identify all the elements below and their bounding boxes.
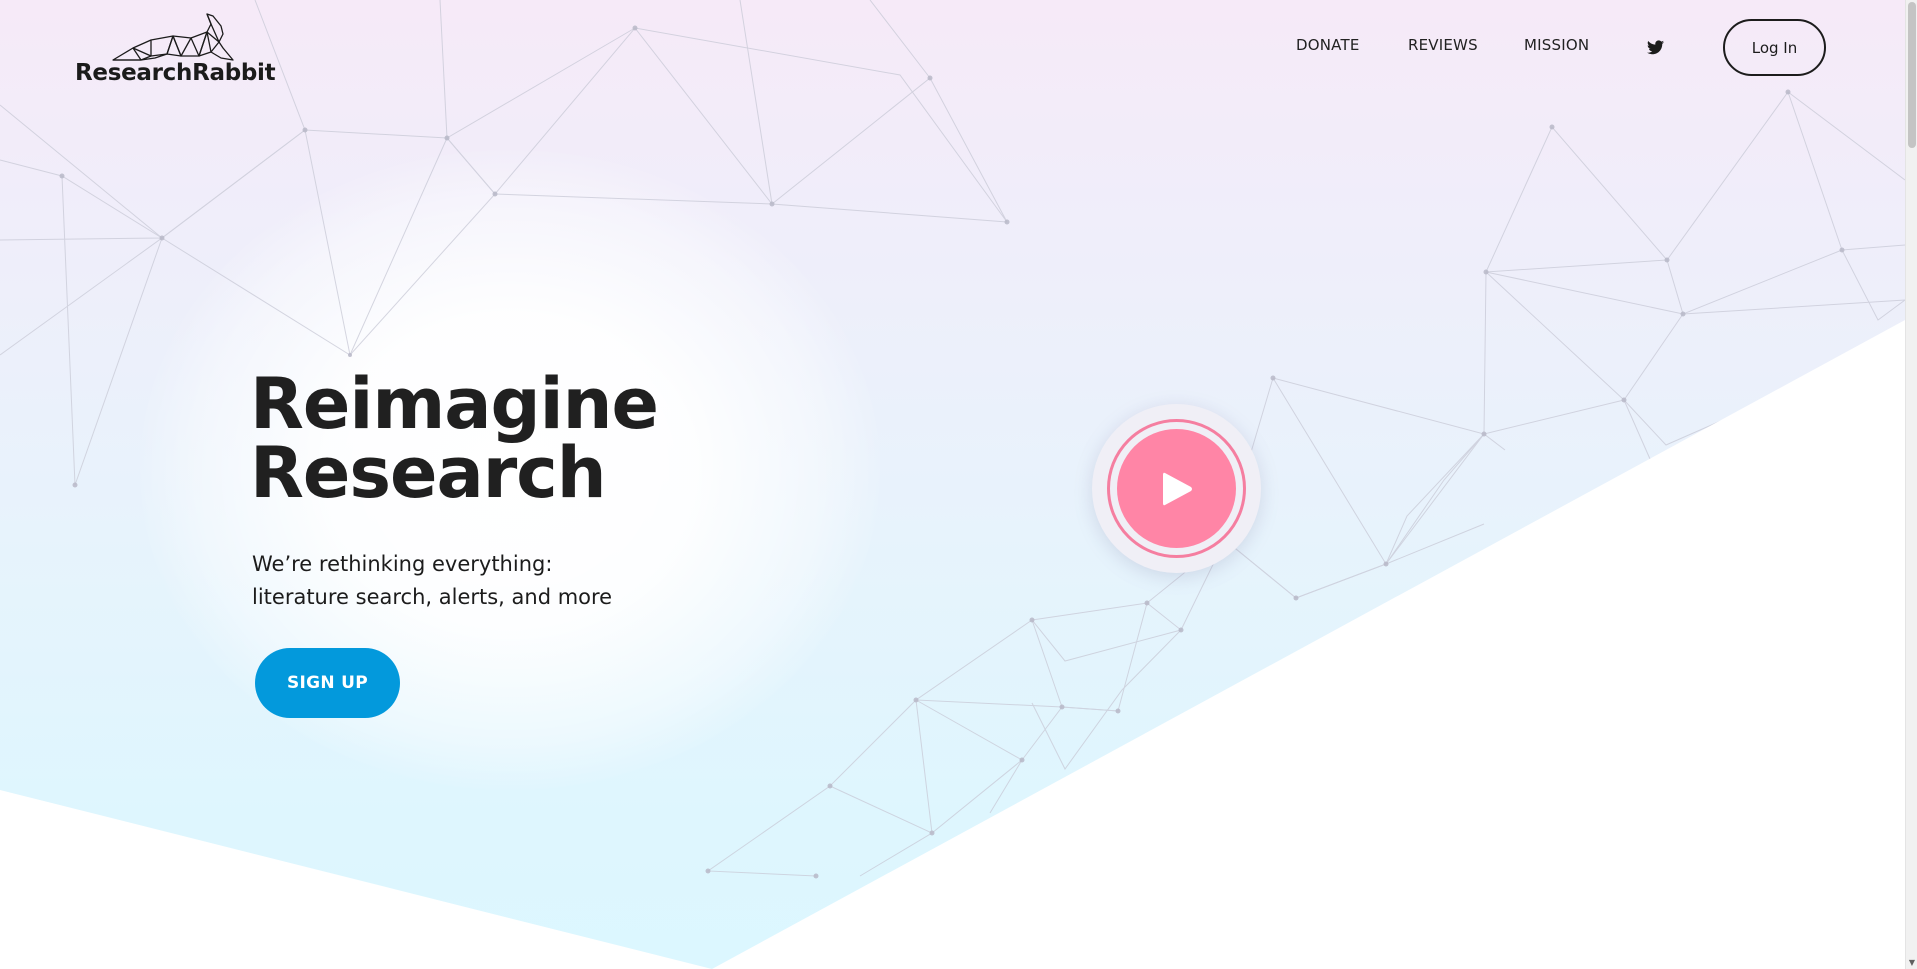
hero-title: Reimagine Research <box>250 363 659 514</box>
play-core <box>1117 429 1236 548</box>
rabbit-logo-icon <box>112 13 234 61</box>
hero-title-line-2: Research <box>250 432 607 514</box>
brand-name: ResearchRabbit <box>75 60 276 86</box>
hero-subtitle: We’re rethinking everything: literature … <box>252 548 612 614</box>
scrollbar-thumb[interactable] <box>1908 2 1916 148</box>
hero-title-line-1: Reimagine <box>250 363 659 445</box>
signup-button[interactable]: SIGN UP <box>255 648 400 718</box>
hero-subtitle-line-1: We’re rethinking everything: <box>252 552 553 576</box>
page-scrollbar[interactable]: ▼ <box>1905 0 1917 969</box>
login-button[interactable]: Log In <box>1723 19 1826 76</box>
hero-subtitle-line-2: literature search, alerts, and more <box>252 585 613 609</box>
twitter-icon[interactable] <box>1647 40 1664 55</box>
nav-reviews[interactable]: REVIEWS <box>1408 36 1478 54</box>
brand-logo[interactable]: ResearchRabbit <box>75 12 276 92</box>
nav-mission[interactable]: MISSION <box>1524 36 1589 54</box>
scroll-down-arrow-icon[interactable]: ▼ <box>1907 958 1917 968</box>
play-video-button[interactable] <box>1092 404 1261 573</box>
play-icon <box>1163 472 1192 506</box>
nav-donate[interactable]: DONATE <box>1296 36 1360 54</box>
page: ResearchRabbit DONATE REVIEWS MISSION Lo… <box>0 0 1917 969</box>
